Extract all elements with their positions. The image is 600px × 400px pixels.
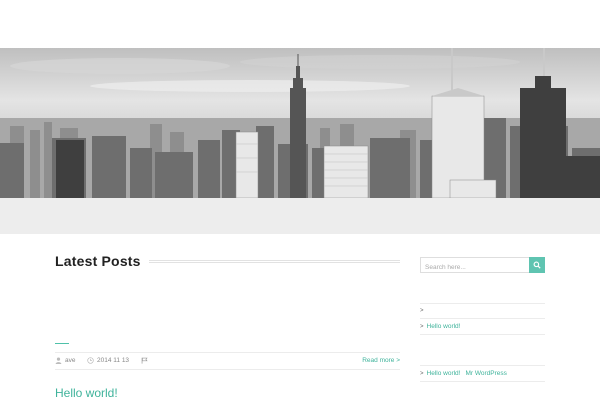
hero-banner (0, 48, 600, 198)
bullet-icon: > (420, 324, 424, 330)
post-tags (141, 357, 148, 364)
sidebar-empty-bullet: > (420, 308, 424, 314)
sidebar-recent-post-1[interactable]: > Hello world! (420, 323, 460, 330)
search-input[interactable] (420, 257, 530, 273)
flag-icon (141, 357, 148, 364)
post-date: 2014 11 13 (87, 357, 129, 364)
search-icon (533, 261, 541, 269)
skyline-image (0, 48, 600, 198)
user-icon (55, 357, 62, 364)
clock-icon (87, 357, 94, 364)
sidebar-divider (420, 381, 545, 382)
section-title-rule (140, 260, 400, 263)
post-date-text: 2014 11 13 (97, 357, 130, 364)
post-author-name[interactable]: ave (65, 357, 75, 364)
sidebar-comment-author[interactable]: Mr WordPress (465, 370, 506, 377)
search-button[interactable] (529, 257, 545, 273)
sidebar-divider (420, 334, 545, 335)
sidebar-divider (420, 318, 545, 319)
sidebar-comment-post[interactable]: Hello world! (427, 370, 461, 377)
bullet-icon: > (420, 371, 424, 377)
post-title-link[interactable]: Hello world! (55, 386, 118, 400)
post-meta-bar: ave 2014 11 13 Read more > (55, 352, 400, 370)
post-author: ave (55, 357, 75, 364)
hero-band (0, 198, 600, 234)
post-accent-divider (55, 343, 69, 344)
sidebar-divider (420, 365, 545, 366)
top-bar (0, 0, 600, 48)
read-more-link[interactable]: Read more > (362, 357, 400, 364)
sidebar-recent-comment: > Hello world! Mr WordPress (420, 370, 507, 377)
sidebar-divider (420, 303, 545, 304)
sidebar-recent-post-1-label[interactable]: Hello world! (427, 323, 461, 330)
section-title: Latest Posts (55, 253, 149, 269)
